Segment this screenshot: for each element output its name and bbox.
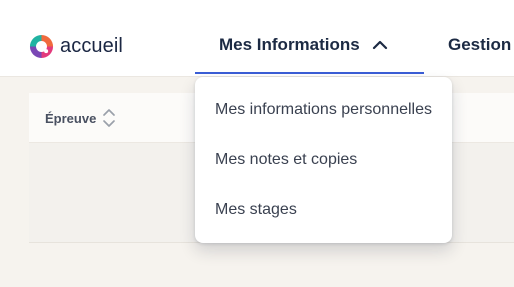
top-navigation-bar: accueil Mes Informations Gestion [0,0,514,77]
nav-mes-informations-label: Mes Informations [219,35,360,54]
home-link[interactable]: accueil [29,33,123,59]
column-header-label: Épreuve [45,110,97,126]
logo-mark-icon [29,34,54,58]
menu-item-informations-personnelles[interactable]: Mes informations personnelles [215,99,432,121]
menu-item-notes-et-copies[interactable]: Mes notes et copies [215,149,357,171]
active-tab-indicator [195,72,424,74]
chevron-up-icon [372,40,387,50]
logo-text: accueil [60,35,123,57]
sort-icon[interactable] [102,108,116,128]
nav-gestion-label: Gestion [448,35,512,54]
mes-informations-dropdown: Mes informations personnelles Mes notes … [195,77,452,243]
menu-item-stages[interactable]: Mes stages [215,199,297,221]
nav-gestion[interactable]: Gestion [448,33,511,57]
column-header-epreuve[interactable]: Épreuve [45,107,116,129]
nav-mes-informations[interactable]: Mes Informations [219,33,388,57]
